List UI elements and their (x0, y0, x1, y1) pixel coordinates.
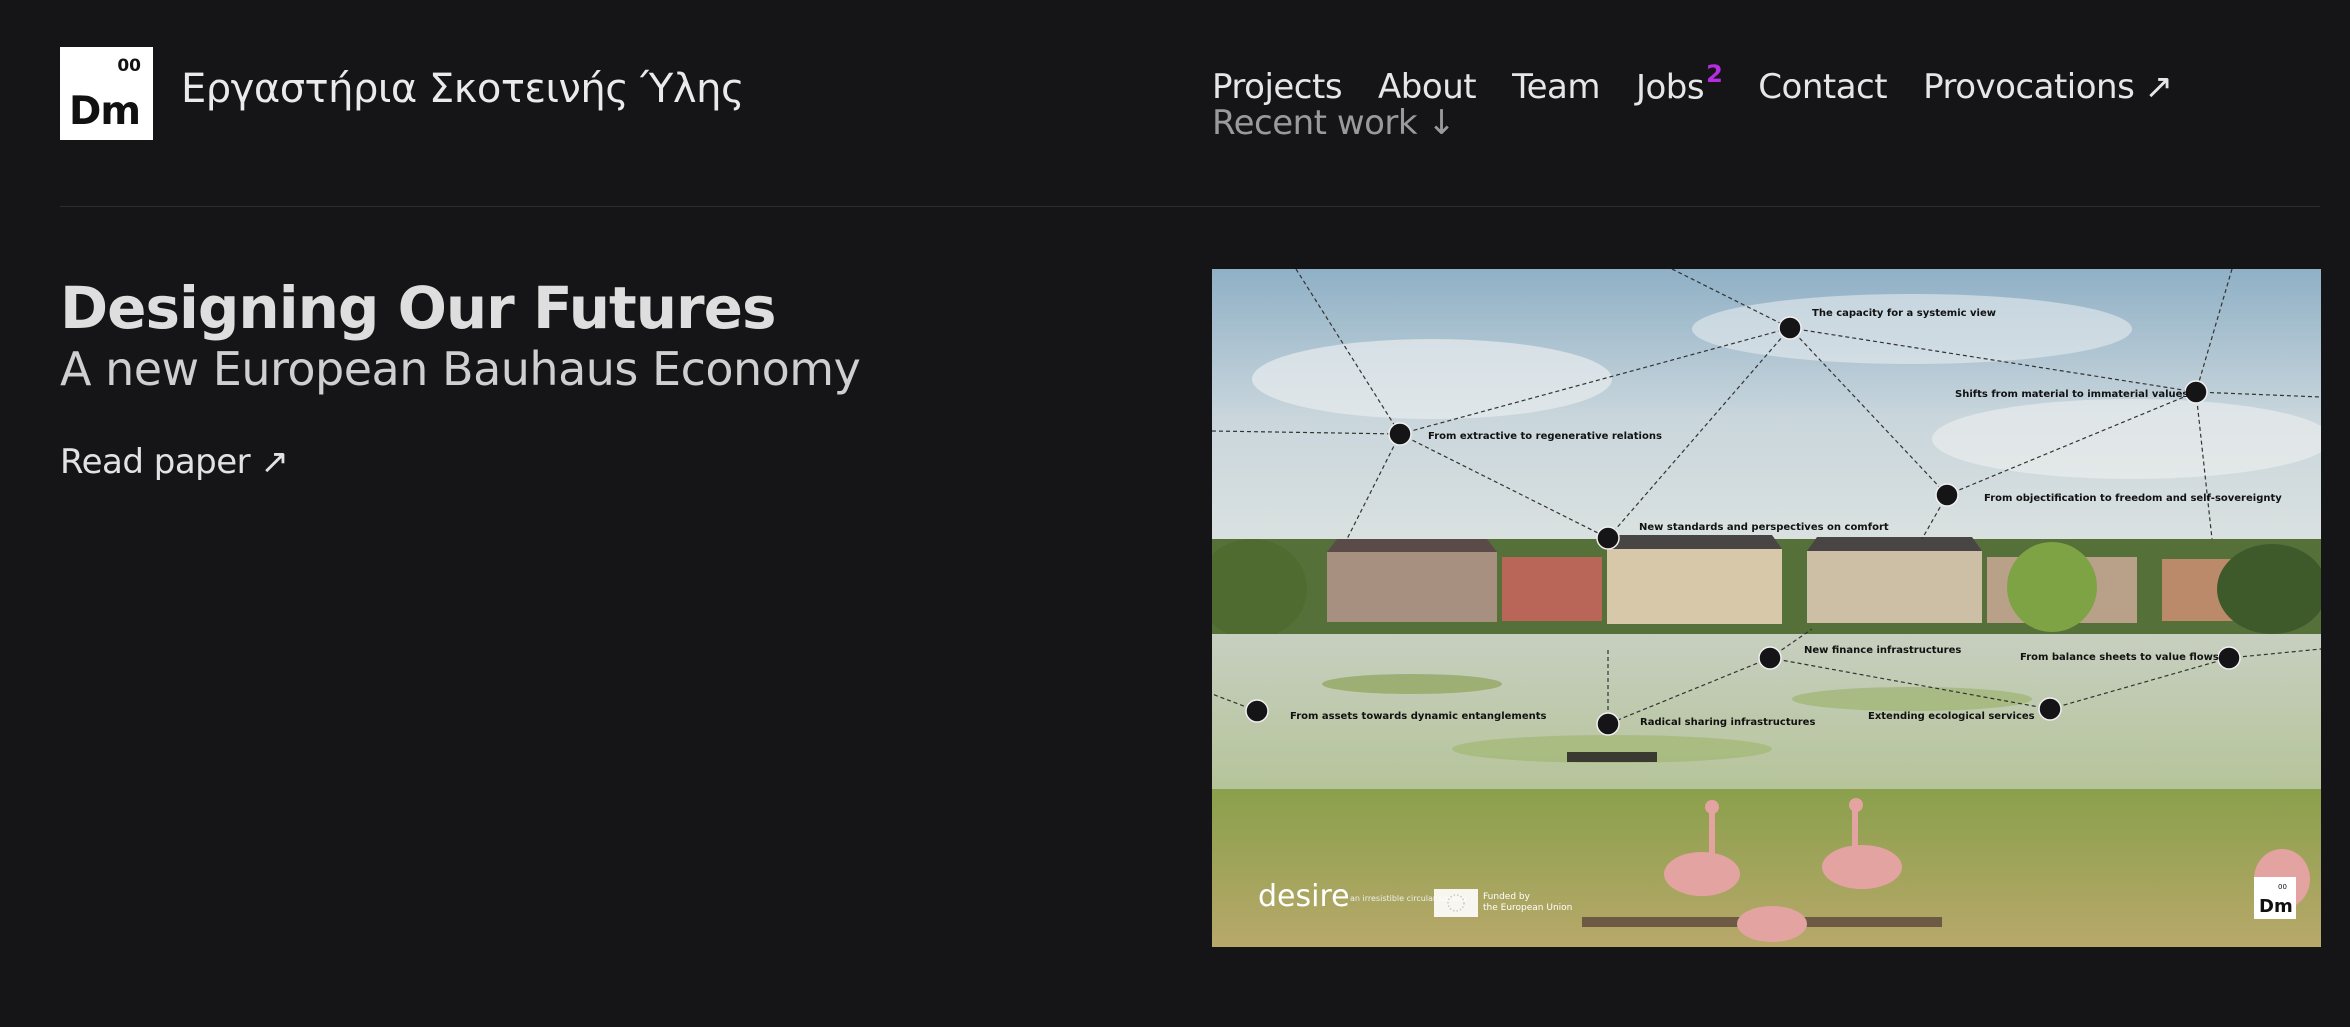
nav-projects[interactable]: Projects (1212, 67, 1343, 107)
hero-subtitle: A new European Bauhaus Economy (60, 342, 861, 396)
nav-jobs[interactable]: Jobs2 (1635, 60, 1723, 108)
nav-provocations[interactable]: Provocations ↗ (1923, 67, 2173, 107)
nav-contact[interactable]: Contact (1758, 67, 1887, 107)
nav-about[interactable]: About (1378, 67, 1477, 107)
hero-title: Designing Our Futures (60, 274, 776, 342)
recent-work-link[interactable]: Recent work ↓ (1212, 103, 2173, 143)
label-self-sovereignty: From objectification to freedom and self… (1984, 493, 2282, 504)
label-systemic-view: The capacity for a systemic view (1812, 308, 1996, 319)
label-sharing-infrastructures: Radical sharing infrastructures (1640, 717, 1815, 728)
hero-image[interactable]: The capacity for a systemic view Shifts … (1212, 269, 2321, 947)
logo-number: 00 (117, 56, 141, 76)
label-value-flows: From balance sheets to value flows (2020, 652, 2219, 663)
site-name[interactable]: Εργαστήρια Σκοτεινής Ύλης (181, 66, 744, 112)
header-divider (60, 206, 2320, 207)
label-ecological-services: Extending ecological services (1868, 711, 2035, 722)
jobs-count-badge: 2 (1706, 60, 1723, 88)
buildings (1212, 535, 2321, 639)
label-finance-infrastructures: New finance infrastructures (1804, 645, 1961, 656)
corner-logo-number: 00 (2278, 883, 2287, 891)
eu-flag-icon (1434, 889, 1478, 917)
label-comfort: New standards and perspectives on comfor… (1639, 522, 1889, 533)
eu-funded-text-1: Funded by (1483, 892, 1531, 902)
nav-team[interactable]: Team (1512, 67, 1600, 107)
corner-logo-symbol: Dm (2259, 896, 2293, 917)
desire-logo: desire (1258, 879, 1350, 914)
logo-symbol: Dm (69, 89, 141, 134)
label-immaterial-values: Shifts from material to immaterial value… (1955, 389, 2188, 400)
logo[interactable]: 00 Dm (60, 47, 153, 140)
nav-jobs-label: Jobs (1635, 67, 1705, 108)
label-regenerative-relations: From extractive to regenerative relation… (1428, 431, 1662, 442)
main-nav: Projects About Team Jobs2 Contact Provoc… (1212, 60, 2173, 143)
eu-funded-text-2: the European Union (1483, 903, 1572, 913)
read-paper-link[interactable]: Read paper ↗ (60, 442, 289, 482)
label-dynamic-entanglements: From assets towards dynamic entanglement… (1290, 711, 1547, 722)
